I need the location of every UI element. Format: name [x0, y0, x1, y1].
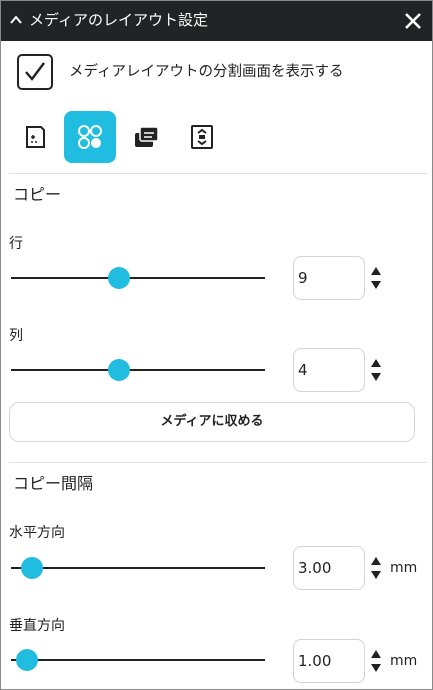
horizontal-unit: mm [390, 560, 418, 576]
slider-track [11, 277, 265, 279]
columns-slider[interactable] [9, 358, 267, 382]
spacing-section-title: コピー間隔 [13, 474, 94, 493]
grid-dots-icon [78, 125, 102, 149]
copy-section-title: コピー [13, 185, 62, 204]
increment-arrow-icon[interactable] [370, 648, 382, 660]
chevron-up-icon[interactable] [9, 13, 23, 27]
increment-arrow-icon[interactable] [370, 357, 382, 369]
vertical-spacing-label: 垂直方向 [9, 618, 65, 634]
horizontal-spacing-stepper[interactable] [370, 555, 382, 581]
rows-stepper[interactable] [370, 265, 382, 291]
decrement-arrow-icon[interactable] [370, 371, 382, 383]
fit-frame-icon [191, 125, 213, 149]
slider-thumb[interactable] [108, 359, 131, 381]
slider-thumb[interactable] [108, 267, 131, 289]
decrement-arrow-icon[interactable] [370, 662, 382, 674]
show-split-checkbox[interactable] [17, 54, 53, 90]
tab-fit[interactable] [176, 111, 228, 163]
slider-thumb[interactable] [16, 649, 39, 671]
close-icon[interactable] [402, 10, 424, 32]
slider-track [11, 567, 265, 569]
divider [9, 173, 427, 174]
slider-track [11, 659, 265, 661]
columns-stepper[interactable] [370, 357, 382, 383]
horizontal-spacing-input[interactable]: 3.00 [293, 546, 365, 590]
horizontal-spacing-slider[interactable] [9, 556, 267, 580]
vertical-unit: mm [390, 653, 418, 669]
columns-label: 列 [9, 328, 23, 344]
rows-label: 行 [9, 236, 23, 252]
vertical-spacing-input[interactable]: 1.00 [293, 639, 365, 683]
media-layout-panel: メディアのレイアウト設定 メディアレイアウトの分割画面を表示する コピー 行 9… [0, 0, 433, 690]
increment-arrow-icon[interactable] [370, 555, 382, 567]
rows-slider[interactable] [9, 266, 267, 290]
increment-arrow-icon[interactable] [370, 265, 382, 277]
page-icon [26, 126, 45, 148]
horizontal-spacing-label: 水平方向 [9, 525, 65, 541]
fit-to-media-button[interactable]: メディアに収める [9, 402, 415, 442]
divider [9, 462, 427, 463]
tab-page[interactable] [9, 111, 61, 163]
tab-nesting[interactable] [120, 111, 172, 163]
decrement-arrow-icon[interactable] [370, 569, 382, 581]
columns-input[interactable]: 4 [293, 348, 365, 392]
vertical-spacing-slider[interactable] [9, 648, 267, 672]
stacked-layers-icon [135, 126, 159, 147]
slider-track [11, 369, 265, 371]
title-bar: メディアのレイアウト設定 [1, 1, 432, 41]
checkmark-icon [25, 62, 45, 81]
tab-copies[interactable] [64, 111, 116, 163]
vertical-spacing-stepper[interactable] [370, 648, 382, 674]
panel-title: メディアのレイアウト設定 [29, 11, 208, 29]
show-split-label: メディアレイアウトの分割画面を表示する [69, 64, 344, 80]
rows-input[interactable]: 9 [293, 256, 365, 300]
slider-thumb[interactable] [20, 557, 43, 579]
decrement-arrow-icon[interactable] [370, 279, 382, 291]
